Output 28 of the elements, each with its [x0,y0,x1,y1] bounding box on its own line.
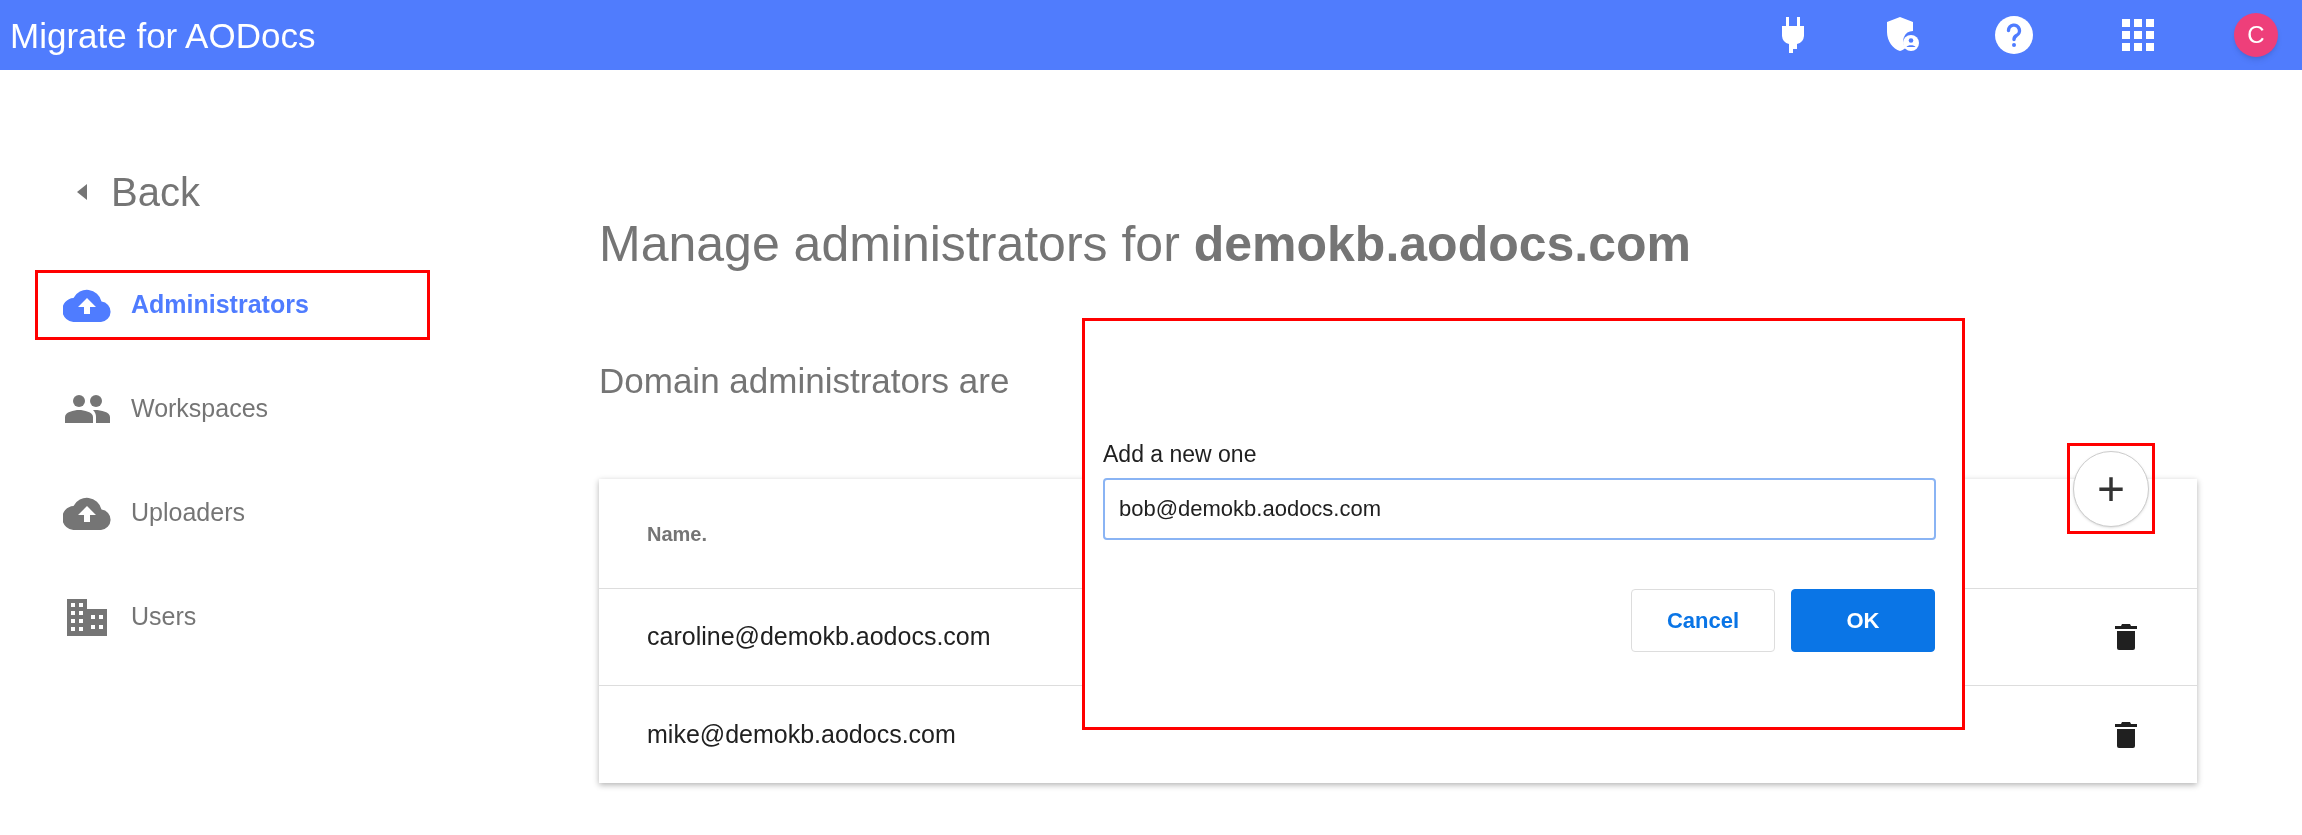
avatar[interactable]: C [2234,13,2278,57]
table-cell-text: caroline@demokb.aodocs.com [647,621,991,653]
sidebar-item[interactable]: Workspaces [35,374,430,444]
cloud-upload-icon [63,496,111,530]
cancel-button[interactable]: Cancel [1631,589,1775,652]
table-cell-text: mike@demokb.aodocs.com [647,718,956,750]
sidebar-item[interactable]: Administrators [35,270,430,340]
trash-icon[interactable] [2115,721,2137,748]
shield-person-icon[interactable] [1885,16,1919,54]
sidebar-item[interactable]: Uploaders [35,478,430,548]
trash-icon[interactable] [2115,624,2137,650]
app-title: Migrate for AODocs [10,17,316,53]
cloud-upload-icon [63,288,111,322]
sidebar-item[interactable]: Users [35,582,430,652]
dialog-label: Add a new one [1103,440,1257,468]
back-link[interactable]: Back [35,167,200,217]
ok-button[interactable]: OK [1791,589,1935,652]
page-subtitle: Domain administrators are [599,360,1010,402]
building-icon [67,598,107,636]
column-header: Name. [647,521,708,547]
help-icon[interactable] [1994,15,2034,55]
email-field[interactable]: bob@demokb.aodocs.com [1103,478,1936,540]
apps-grid-icon[interactable] [2122,19,2154,51]
caret-left-icon [77,184,87,200]
people-icon [64,395,110,423]
plug-icon[interactable] [1780,17,1806,53]
page-heading: Manage administrators for demokb.aodocs.com [599,215,1693,274]
add-button[interactable]: + [2073,450,2149,527]
